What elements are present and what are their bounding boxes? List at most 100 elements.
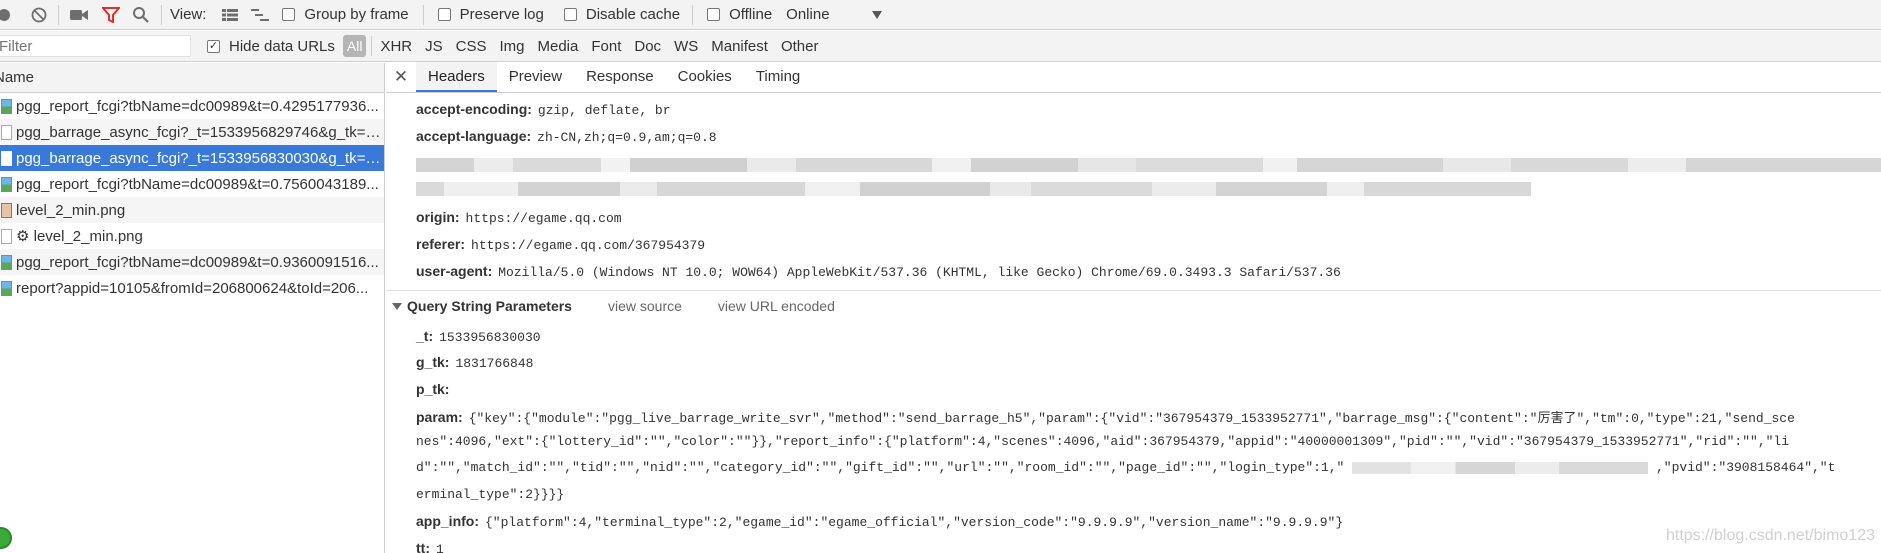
separator [58,4,59,25]
param-value: 1 [436,542,444,553]
view-label: View: [170,6,207,23]
separator [161,4,162,25]
separator [692,4,694,25]
param-value-continuation: nes":4096,"ext":{"lottery_id":"","color"… [416,434,1790,449]
type-filter-manifest[interactable]: Manifest [711,38,768,55]
request-row[interactable]: pgg_barrage_async_fcgi?_t=1533956829746&… [0,119,384,145]
clear-icon[interactable] [30,0,48,30]
offline-checkbox[interactable]: Offline [707,6,772,23]
preserve-log-checkbox[interactable]: Preserve log [437,6,544,23]
request-row[interactable]: report?appid=10105&fromId=206800624&toId… [0,275,384,301]
request-row[interactable]: pgg_report_fcgi?tbName=dc00989&t=0.93600… [0,249,384,275]
header-key: origin: [416,209,460,225]
header-row: accept-encoding: gzip, deflate, br [416,101,671,118]
redacted-header [416,182,1531,196]
param-value-text: ,"pvid":"3908158464","t [1655,460,1836,475]
header-key: referer: [416,236,466,252]
type-filter-other[interactable]: Other [781,38,819,55]
image-file-icon [1,254,12,270]
request-row[interactable]: level_2_min.png [0,197,384,223]
param-key: app_info: [416,513,479,529]
request-row[interactable]: pgg_report_fcgi?tbName=dc00989&t=0.75600… [0,171,384,197]
type-filter-media[interactable]: Media [538,38,579,55]
param-value: 1831766848 [455,356,534,371]
query-param-row: p_tk: [416,381,455,398]
query-string-section-header[interactable]: Query String Parameters view source view… [392,298,835,314]
search-icon[interactable] [131,0,151,30]
header-value: https://egame.qq.com/367954379 [471,238,706,253]
type-filter-doc[interactable]: Doc [634,38,661,55]
view-source-link[interactable]: view source [608,298,682,314]
header-row: origin: https://egame.qq.com [416,209,622,226]
hide-data-urls-checkbox[interactable]: ✓ Hide data URLs [207,38,335,55]
request-name: ⚙ level_2_min.png [16,228,143,245]
offline-label: Offline [729,6,773,23]
type-filter-css[interactable]: CSS [456,38,487,55]
request-row-selected[interactable]: pgg_barrage_async_fcgi?_t=1533956830030&… [0,145,384,171]
checkbox-box[interactable] [282,8,296,21]
param-value: {"key":{"module":"pgg_live_barrage_write… [468,411,1795,426]
name-column-header[interactable]: Name [0,63,384,93]
type-filter-all[interactable]: All [342,35,367,57]
param-value-continuation: d":"","match_id":"","tid":"","nid":"","c… [416,460,1835,475]
request-name: pgg_report_fcgi?tbName=dc00989&t=0.75600… [16,175,379,193]
filter-bar: ✓ Hide data URLs All XHR JS CSS Img Medi… [0,31,1881,62]
document-file-icon [1,124,12,140]
header-value: zh-CN,zh;q=0.9,am;q=0.8 [537,130,717,145]
type-filter-xhr[interactable]: XHR [380,38,412,55]
request-name: pgg_barrage_async_fcgi?_t=1533956830030&… [16,149,384,167]
header-row: accept-language: zh-CN,zh;q=0.9,am;q=0.8 [416,128,717,145]
type-filter-ws[interactable]: WS [674,38,698,55]
param-key: param: [416,409,463,425]
type-filter-font[interactable]: Font [591,38,621,55]
camera-icon[interactable] [67,0,91,30]
header-row: user-agent: Mozilla/5.0 (Windows NT 10.0;… [416,263,1341,280]
image-file-icon [1,202,12,218]
tab-preview[interactable]: Preview [497,62,574,92]
checkbox-box[interactable] [437,8,451,21]
param-key: tt: [416,540,430,553]
request-name: level_2_min.png [16,201,126,219]
tab-headers[interactable]: Headers [416,62,497,92]
type-filter-js[interactable]: JS [425,38,443,55]
header-value: gzip, deflate, br [537,103,671,118]
request-name: pgg_report_fcgi?tbName=dc00989&t=0.93600… [16,253,379,271]
request-row[interactable]: pgg_report_fcgi?tbName=dc00989&t=0.42951… [0,93,384,119]
tab-response[interactable]: Response [574,62,666,92]
disable-cache-checkbox[interactable]: Disable cache [563,6,680,23]
request-name: pgg_report_fcgi?tbName=dc00989&t=0.42951… [16,97,379,115]
preserve-log-label: Preserve log [459,6,544,23]
tab-timing[interactable]: Timing [744,62,812,92]
details-tabs: ✕ Headers Preview Response Cookies Timin… [386,62,1881,93]
image-file-icon [1,280,12,296]
checkbox-box-checked[interactable]: ✓ [207,39,220,53]
view-url-encoded-link[interactable]: view URL encoded [718,298,835,314]
redacted-value [1352,461,1649,474]
section-divider [386,290,1881,291]
group-by-frame-checkbox[interactable]: Group by frame [282,6,409,23]
close-icon[interactable]: ✕ [386,62,416,92]
request-row[interactable]: ⚙ level_2_min.png [0,223,384,249]
query-param-row: param: {"key":{"module":"pgg_live_barrage… [416,407,1795,426]
tab-cookies[interactable]: Cookies [666,62,744,92]
checkbox-box[interactable] [707,8,721,21]
throttling-select[interactable]: Online [786,6,882,23]
filter-input[interactable] [0,35,191,57]
param-key: _t: [416,328,434,344]
filter-icon[interactable] [101,0,121,30]
param-value-continuation: erminal_type":2}}}} [416,487,565,502]
throttling-value: Online [786,6,830,23]
expand-triangle-icon[interactable] [392,302,402,310]
checkbox-box[interactable] [563,8,577,21]
type-filter-img[interactable]: Img [499,38,524,55]
large-rows-icon[interactable] [220,0,240,30]
group-by-frame-label: Group by frame [304,6,409,23]
watermark: https://blog.csdn.net/bimo123 [1665,527,1875,544]
request-list: Name pgg_report_fcgi?tbName=dc00989&t=0.… [0,63,385,553]
record-icon[interactable] [0,0,12,30]
header-key: accept-encoding: [416,101,532,117]
separator [371,36,373,56]
header-value: Mozilla/5.0 (Windows NT 10.0; WOW64) App… [498,265,1341,280]
header-key: user-agent: [416,263,493,279]
waterfall-icon[interactable] [250,0,270,30]
